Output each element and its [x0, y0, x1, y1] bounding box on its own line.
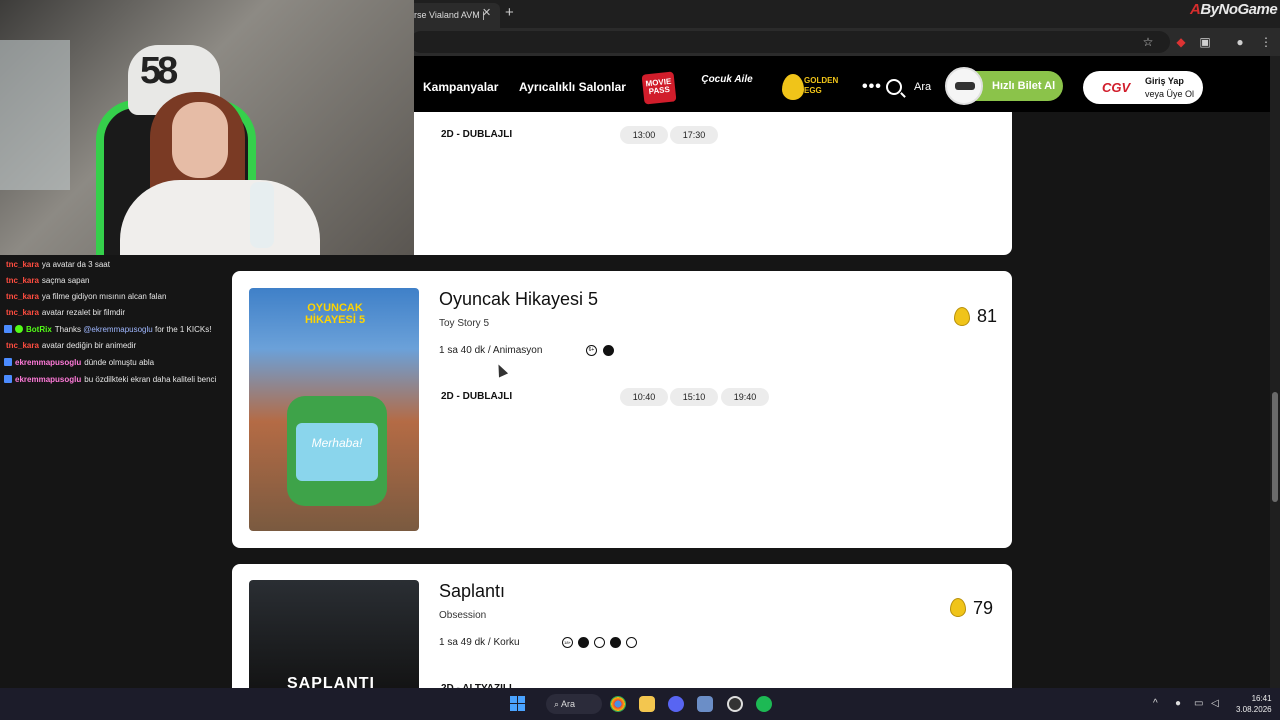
- original-title: Toy Story 5: [439, 318, 490, 329]
- new-tab-icon[interactable]: +: [505, 4, 514, 21]
- mascot-icon: [945, 67, 983, 105]
- chair-hood-number: 58: [140, 50, 178, 92]
- tray-expand-icon[interactable]: ^: [1153, 698, 1158, 709]
- movie-poster[interactable]: OYUNCAK HİKAYESİ 5 Merhaba!: [249, 288, 419, 531]
- showtime-button[interactable]: 15:10: [670, 388, 718, 406]
- movie-pass-logo[interactable]: MOVIE PASS: [641, 71, 677, 105]
- login-button[interactable]: Giriş Yap veya Üye Ol: [1083, 71, 1203, 104]
- bookmark-star-icon[interactable]: ☆: [1140, 34, 1156, 50]
- extension-red-icon[interactable]: ◆: [1173, 34, 1189, 50]
- golden-egg-score-icon: [950, 598, 966, 617]
- chat-badge-icon: [4, 358, 12, 366]
- tab-close-icon[interactable]: ✕: [482, 6, 491, 19]
- profile-avatar-icon[interactable]: ●: [1232, 34, 1248, 50]
- chat-message: tnc_kara saçma sapan: [6, 276, 90, 285]
- discord-icon[interactable]: [668, 696, 684, 712]
- movie-title[interactable]: Oyuncak Hikayesi 5: [439, 289, 598, 310]
- movie-meta: 1 sa 40 dk / Animasyon: [439, 345, 543, 356]
- showtime-button[interactable]: 10:40: [620, 388, 668, 406]
- movie-score: 79: [973, 598, 994, 618]
- chat-message: tnc_kara avatar dediğin bir animedir: [6, 341, 137, 350]
- url-input[interactable]: [410, 31, 1170, 53]
- chat-message: tnc_kara ya filme gidiyon mısının alcan f…: [6, 292, 167, 301]
- golden-egg-logo[interactable]: GOLDEN EGG: [782, 71, 838, 103]
- cgv-logo[interactable]: CGV: [1102, 80, 1130, 95]
- chat-message: BotRix Thanks @ekremmapusoglu for the 1 K…: [4, 325, 211, 334]
- showtime-button[interactable]: 17:30: [670, 126, 718, 144]
- taskbar: ⌕ Ara ^ ● ▭ ◁ 16:41 3.08.2026: [0, 688, 1280, 720]
- taskbar-search[interactable]: ⌕ Ara: [546, 694, 602, 714]
- file-explorer-icon[interactable]: [639, 696, 655, 712]
- chrome-icon[interactable]: [610, 696, 626, 712]
- taskbar-clock[interactable]: 16:41 3.08.2026: [1236, 693, 1272, 715]
- obs-icon[interactable]: [727, 696, 743, 712]
- showtime-button[interactable]: 19:40: [721, 388, 769, 406]
- age-rating-icon: 18+: [562, 637, 573, 648]
- more-dots-icon[interactable]: •••: [862, 78, 882, 96]
- format-label: 2D - DUBLAJLI: [441, 129, 513, 140]
- movie-poster[interactable]: SAPLANTI: [249, 580, 419, 700]
- nav-kampanyalar[interactable]: Kampanyalar: [423, 80, 498, 94]
- chat-message: tnc_kara ya avatar da 3 saat: [6, 260, 110, 269]
- streamer-face: [172, 102, 228, 178]
- app-icon[interactable]: [697, 696, 713, 712]
- page-scrollbar[interactable]: [1270, 56, 1280, 688]
- rating-icon: [594, 637, 605, 648]
- humidifier: [250, 182, 274, 248]
- chat-message: ekremmapusoglu dünde olmuştu abla: [4, 358, 154, 367]
- spotify-icon[interactable]: [756, 696, 772, 712]
- register-label: veya Üye Ol: [1145, 89, 1195, 99]
- rating-icon: [610, 637, 621, 648]
- golden-egg-icon: [782, 74, 804, 100]
- stream-chat: tnc_kara ya avatar da 3 saat tnc_kara saçm…: [0, 255, 232, 688]
- movie-title[interactable]: Saplantı: [439, 581, 505, 602]
- movie-score: 81: [977, 306, 998, 326]
- movie-meta: 1 sa 49 dk / Korku: [439, 637, 520, 648]
- bot-badge-icon: [15, 325, 23, 333]
- original-title: Obsession: [439, 610, 487, 621]
- volume-icon[interactable]: ◁: [1211, 698, 1219, 709]
- scrollbar-thumb[interactable]: [1272, 392, 1278, 502]
- rating-icon: [578, 637, 589, 648]
- chat-message: tnc_kara avatar rezalet bir filmdir: [6, 308, 126, 317]
- age-rating-icon: 6+: [586, 345, 597, 356]
- chat-message: ekremmapusoglu bu özdilkteki ekran daha k…: [4, 375, 216, 384]
- display-icon[interactable]: ▭: [1194, 698, 1203, 709]
- webcam-overlay: 58: [0, 0, 414, 255]
- search-icon[interactable]: [886, 79, 902, 95]
- microphone-icon[interactable]: ●: [1175, 698, 1181, 709]
- chat-badge-icon: [4, 375, 12, 383]
- showtime-button[interactable]: 13:00: [620, 126, 668, 144]
- search-label[interactable]: Ara: [914, 81, 931, 93]
- corner-brand-logo: AByNoGame: [1190, 1, 1278, 18]
- nav-ayricalikli-salonlar[interactable]: Ayrıcalıklı Salonlar: [519, 80, 626, 94]
- golden-egg-score-icon: [954, 307, 970, 326]
- cocuk-aile-logo[interactable]: Çocuk Aile: [700, 75, 754, 101]
- login-label: Giriş Yap: [1145, 76, 1184, 86]
- screen: rse Vialand AVM | ✕ + AByNoGame ☆ ◆ ▣ ● …: [0, 0, 1280, 720]
- menu-kebab-icon[interactable]: ⋮: [1258, 34, 1274, 50]
- rating-icon: [626, 637, 637, 648]
- chat-badge-icon: [4, 325, 12, 333]
- windows-start-icon[interactable]: [510, 696, 525, 711]
- extensions-puzzle-icon[interactable]: ▣: [1197, 34, 1213, 50]
- format-label: 2D - DUBLAJLI: [441, 391, 513, 402]
- rating-icon: [603, 345, 614, 356]
